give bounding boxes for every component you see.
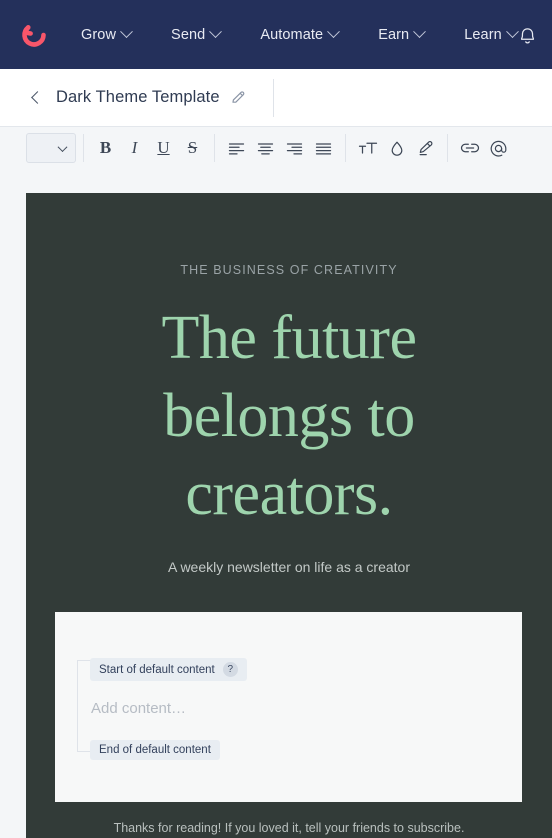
strikethrough-button[interactable]: S	[178, 133, 207, 163]
top-navigation-bar: Grow Send Automate Earn Learn	[0, 0, 552, 69]
bold-button[interactable]: B	[91, 133, 120, 163]
email-headline[interactable]: The future belongs to creators.	[26, 277, 552, 533]
default-content-rail	[77, 660, 91, 752]
pencil-icon	[232, 91, 244, 103]
email-footer-note[interactable]: Thanks for reading! If you loved it, tel…	[26, 802, 552, 835]
add-content-placeholder[interactable]: Add content…	[91, 700, 186, 717]
end-marker-label: End of default content	[99, 744, 211, 756]
nav-item-automate[interactable]: Automate	[260, 25, 341, 43]
highlight-button[interactable]	[411, 133, 440, 163]
nav-item-earn[interactable]: Earn	[378, 25, 427, 43]
nav-item-send[interactable]: Send	[171, 25, 223, 43]
align-justify-button[interactable]	[309, 133, 338, 163]
toolbar-separator	[83, 134, 84, 162]
font-size-button[interactable]	[353, 133, 382, 163]
align-right-icon	[286, 142, 303, 155]
at-mention-icon	[490, 140, 507, 157]
align-left-icon	[228, 142, 245, 155]
align-right-button[interactable]	[280, 133, 309, 163]
nav-item-learn[interactable]: Learn	[464, 25, 519, 43]
nav-item-label: Learn	[464, 26, 502, 43]
chevron-down-icon	[209, 25, 223, 39]
toolbar-separator	[345, 134, 346, 162]
chevron-down-icon	[120, 25, 133, 39]
rename-button[interactable]	[230, 89, 247, 106]
text-size-icon	[358, 142, 377, 154]
email-canvas: THE BUSINESS OF CREATIVITY The future be…	[26, 193, 552, 838]
align-center-button[interactable]	[251, 133, 280, 163]
email-subheadline[interactable]: A weekly newsletter on life as a creator	[26, 533, 552, 575]
block-style-select[interactable]	[26, 133, 76, 163]
bell-icon	[520, 27, 534, 43]
kit-logo[interactable]	[19, 20, 49, 50]
link-icon	[460, 143, 479, 153]
help-icon[interactable]: ?	[222, 662, 238, 677]
notifications-button[interactable]	[517, 24, 540, 46]
toolbar-divider	[272, 78, 274, 117]
highlighter-icon	[419, 141, 432, 156]
nav-item-label: Earn	[378, 26, 410, 43]
start-marker-label: Start of default content	[99, 663, 215, 676]
chevron-down-icon	[413, 25, 427, 39]
align-left-button[interactable]	[222, 133, 251, 163]
toolbar-separator	[214, 134, 215, 162]
back-button[interactable]	[28, 90, 44, 106]
nav-item-grow[interactable]: Grow	[81, 25, 133, 43]
end-of-default-content-marker[interactable]: End of default content	[90, 740, 220, 760]
align-center-icon	[257, 142, 274, 155]
color-drop-icon	[391, 141, 402, 156]
underline-button[interactable]: U	[149, 133, 178, 163]
nav-item-label: Automate	[260, 26, 324, 43]
toolbar-separator	[447, 134, 448, 162]
mention-button[interactable]	[484, 133, 513, 163]
link-button[interactable]	[455, 133, 484, 163]
email-eyebrow[interactable]: THE BUSINESS OF CREATIVITY	[26, 193, 552, 277]
breadcrumb-bar: Dark Theme Template	[0, 69, 552, 127]
start-of-default-content-marker[interactable]: Start of default content ?	[90, 658, 247, 681]
text-color-button[interactable]	[382, 133, 411, 163]
nav-item-label: Grow	[81, 26, 117, 43]
chevron-down-icon	[57, 141, 68, 152]
chevron-down-icon	[327, 25, 341, 39]
nav-item-label: Send	[171, 26, 206, 43]
italic-button[interactable]: I	[120, 133, 149, 163]
default-content-card: Start of default content ? Add content… …	[55, 612, 522, 802]
page-title: Dark Theme Template	[56, 88, 220, 106]
primary-nav-items: Grow Send Automate Earn Learn	[81, 25, 519, 43]
editor-toolbar: B I U S	[0, 127, 552, 169]
align-justify-icon	[315, 142, 332, 155]
